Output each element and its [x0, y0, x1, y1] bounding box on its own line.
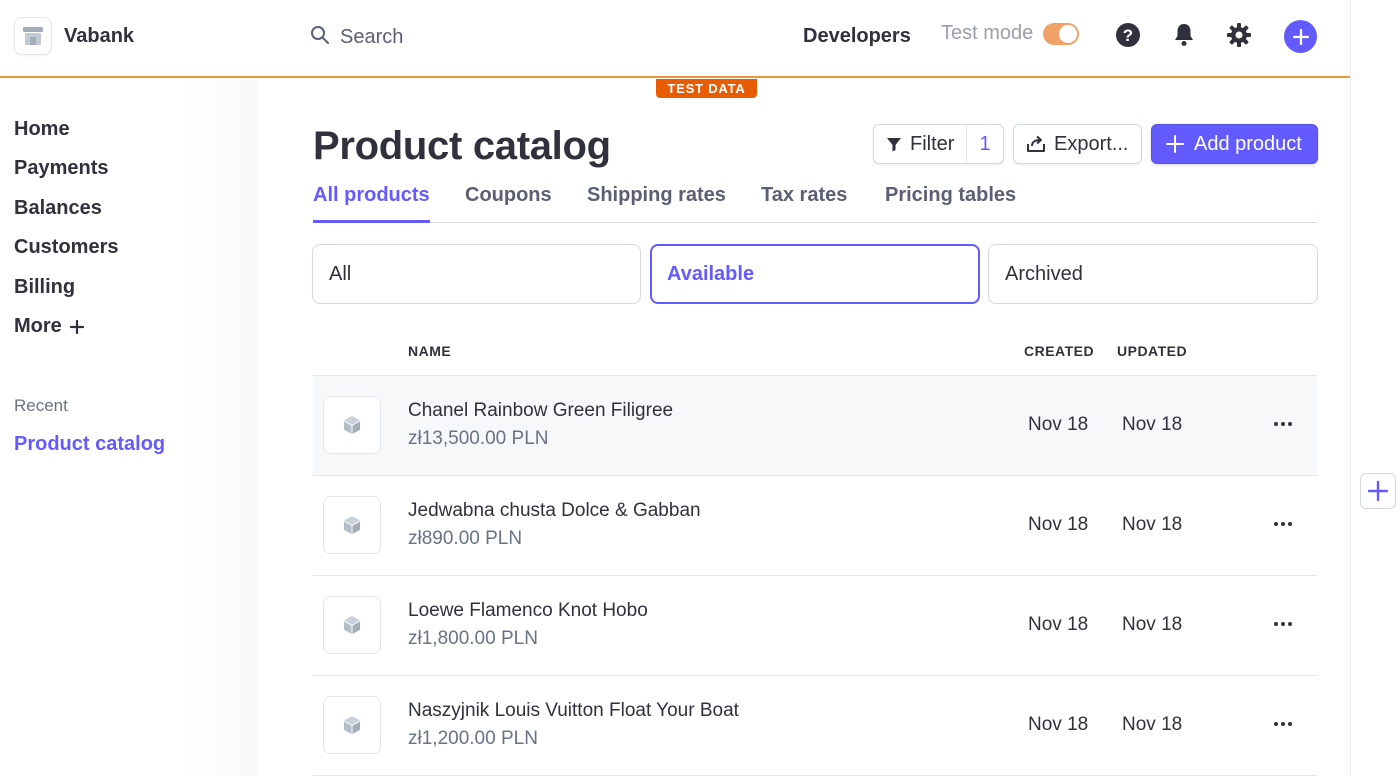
search-input[interactable]: Search	[310, 22, 403, 52]
segment-all[interactable]: All	[312, 244, 641, 304]
tab-all-products[interactable]: All products	[313, 184, 430, 223]
tab-bar: All products Coupons Shipping rates Tax …	[313, 184, 1317, 223]
product-name: Jedwabna chusta Dolce & Gabban	[408, 500, 701, 521]
add-product-button[interactable]: Add product	[1151, 124, 1318, 164]
more-horizontal-icon[interactable]	[1271, 512, 1295, 536]
test-mode-toggle[interactable]	[1043, 22, 1080, 45]
test-data-badge: TEST DATA	[656, 79, 757, 98]
table-row[interactable]: Naszyjnik Louis Vuitton Float Your Boat …	[313, 676, 1317, 776]
sidebar-item-billing[interactable]: Billing	[14, 276, 75, 299]
product-image	[323, 696, 381, 754]
filter-count: 1	[979, 132, 991, 155]
export-button[interactable]: Export...	[1013, 124, 1142, 164]
cube-icon	[344, 516, 360, 534]
more-horizontal-icon[interactable]	[1271, 412, 1295, 436]
updated-date: Nov 18	[1122, 414, 1183, 435]
recent-item-product-catalog[interactable]: Product catalog	[14, 433, 165, 456]
product-image	[323, 396, 381, 454]
sidebar-item-payments[interactable]: Payments	[14, 157, 109, 180]
product-price: zł1,200.00 PLN	[408, 728, 538, 749]
product-price: zł890.00 PLN	[408, 528, 523, 549]
created-date: Nov 18	[1028, 714, 1089, 735]
developers-link[interactable]: Developers	[803, 25, 911, 48]
filter-button[interactable]: Filter 1	[873, 124, 1004, 164]
column-header-updated[interactable]: UPDATED	[1117, 343, 1187, 359]
column-header-name[interactable]: NAME	[408, 343, 451, 359]
tab-shipping-rates[interactable]: Shipping rates	[587, 184, 726, 223]
more-horizontal-icon[interactable]	[1271, 712, 1295, 736]
filter-label: Filter	[910, 132, 955, 155]
product-name: Naszyjnik Louis Vuitton Float Your Boat	[408, 700, 739, 721]
export-label: Export...	[1054, 132, 1129, 155]
add-product-label: Add product	[1194, 132, 1302, 155]
toggle-knob	[1059, 24, 1078, 43]
more-horizontal-icon[interactable]	[1271, 612, 1295, 636]
product-image	[323, 596, 381, 654]
plus-icon	[1166, 135, 1184, 153]
tab-pricing-tables[interactable]: Pricing tables	[885, 184, 1016, 223]
test-mode-label: Test mode	[941, 22, 1034, 44]
updated-date: Nov 18	[1122, 614, 1183, 635]
store-icon[interactable]	[14, 17, 52, 55]
created-date: Nov 18	[1028, 514, 1089, 535]
sidebar-item-balances[interactable]: Balances	[14, 197, 102, 220]
recent-heading: Recent	[14, 396, 68, 415]
column-header-created[interactable]: CREATED	[1024, 343, 1094, 359]
product-name: Chanel Rainbow Green Filigree	[408, 400, 674, 421]
filter-button-main: Filter	[874, 125, 968, 163]
tab-coupons[interactable]: Coupons	[465, 184, 552, 223]
product-name: Loewe Flamenco Knot Hobo	[408, 600, 648, 621]
plus-icon	[69, 319, 84, 334]
table-header: NAME CREATED UPDATED	[313, 340, 1317, 376]
create-button[interactable]	[1284, 20, 1317, 53]
table-row[interactable]: Loewe Flamenco Knot Hobo zł1,800.00 PLN …	[313, 576, 1317, 676]
cube-icon	[344, 716, 360, 734]
right-rail	[1350, 0, 1400, 776]
sidebar-item-more[interactable]: More	[14, 315, 84, 338]
updated-date: Nov 18	[1122, 514, 1183, 535]
gear-icon[interactable]	[1225, 21, 1253, 49]
cube-icon	[344, 416, 360, 434]
page-title: Product catalog	[313, 124, 611, 168]
sidebar-item-home[interactable]: Home	[14, 118, 70, 141]
plus-icon	[1292, 28, 1309, 45]
filter-icon	[887, 138, 901, 152]
sidebar-item-more-label: More	[14, 315, 62, 337]
product-price: zł1,800.00 PLN	[408, 628, 538, 649]
segment-available[interactable]: Available	[650, 244, 980, 304]
sidebar: Home Payments Balances Customers Billing…	[0, 80, 258, 776]
bell-icon[interactable]	[1170, 21, 1198, 49]
updated-date: Nov 18	[1122, 714, 1183, 735]
table-row[interactable]: Jedwabna chusta Dolce & Gabban zł890.00 …	[313, 476, 1317, 576]
search-placeholder: Search	[340, 25, 404, 48]
created-date: Nov 18	[1028, 414, 1089, 435]
product-image	[323, 496, 381, 554]
sidebar-item-customers[interactable]: Customers	[14, 236, 118, 259]
tab-tax-rates[interactable]: Tax rates	[761, 184, 847, 223]
rail-add-button[interactable]	[1360, 473, 1396, 509]
product-price: zł13,500.00 PLN	[408, 428, 549, 449]
cube-icon	[344, 616, 360, 634]
account-name[interactable]: Vabank	[64, 25, 134, 48]
test-mode-control: Test mode	[941, 22, 1080, 45]
segment-archived[interactable]: Archived	[988, 244, 1318, 304]
search-icon	[310, 25, 330, 50]
table-row[interactable]: Chanel Rainbow Green Filigree zł13,500.0…	[313, 376, 1317, 476]
created-date: Nov 18	[1028, 614, 1089, 635]
help-icon[interactable]: ?	[1114, 21, 1142, 49]
svg-text:?: ?	[1123, 26, 1133, 45]
export-icon	[1027, 135, 1045, 152]
plus-icon	[1367, 480, 1389, 502]
top-bar: Vabank Search Developers Test mode ?	[0, 0, 1350, 78]
